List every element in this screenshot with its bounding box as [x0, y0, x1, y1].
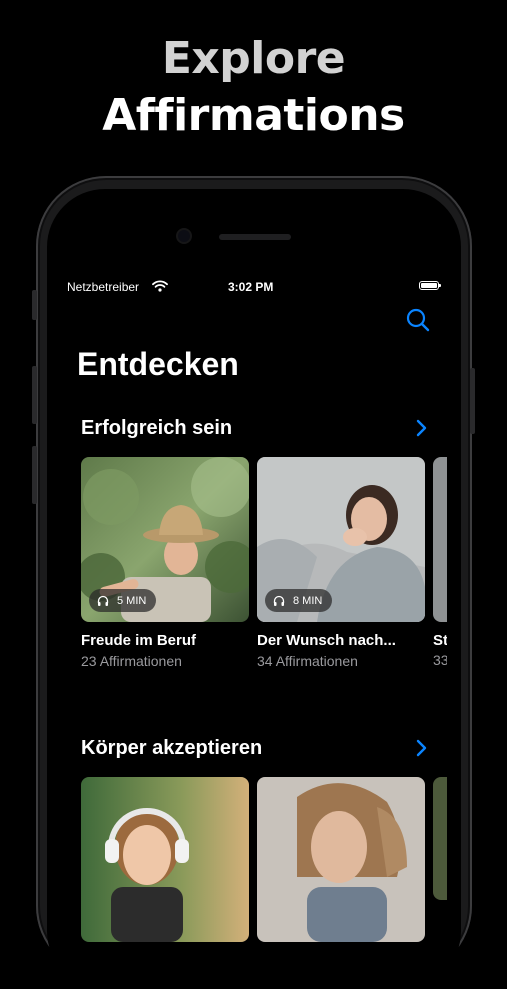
category-card-partial-image[interactable] — [433, 457, 447, 622]
phone-volume-up — [32, 366, 37, 424]
card-image-woman-portrait — [257, 777, 425, 942]
search-icon[interactable] — [405, 307, 431, 333]
battery-icon — [419, 281, 441, 290]
earpiece-speaker — [219, 234, 291, 240]
card-subtitle: 23 Affirmationen — [81, 653, 182, 669]
category-card-woman-portrait[interactable] — [257, 777, 425, 942]
phone-volume-down — [32, 446, 37, 504]
card-subtitle-partial: 33 — [433, 652, 447, 668]
card-title: Freude im Beruf — [81, 632, 197, 649]
promo-headline-line1: Explore — [161, 33, 346, 84]
phone-silent-switch — [32, 290, 37, 320]
category-card-partial-image[interactable] — [433, 777, 447, 900]
headphones-icon — [97, 595, 109, 606]
duration-label: 8 MIN — [293, 594, 323, 607]
duration-badge: 8 MIN — [265, 589, 333, 612]
wifi-icon — [152, 280, 168, 292]
chevron-right-icon[interactable] — [414, 738, 428, 758]
status-time: 3:02 PM — [228, 280, 274, 294]
section-title-erfolgreich-sein: Erfolgreich sein — [81, 417, 233, 439]
card-title: Der Wunsch nach... — [257, 632, 396, 649]
chevron-right-icon[interactable] — [414, 418, 428, 438]
duration-label: 5 MIN — [117, 594, 147, 607]
category-card-headphones-woman[interactable] — [81, 777, 249, 942]
promo-headline-line2: Affirmations — [102, 90, 405, 141]
card-image-woman-garden-hat: 5 MIN — [81, 457, 249, 622]
card-image-woman-headphones — [81, 777, 249, 942]
card-subtitle: 34 Affirmationen — [257, 653, 358, 669]
status-carrier: Netzbetreiber — [67, 280, 140, 294]
card-title-partial: St — [433, 632, 447, 649]
category-card-freude-im-beruf[interactable]: 5 MIN Freude im Beruf 23 Affirmationen — [81, 457, 249, 669]
card-image-smiling-woman: 8 MIN — [257, 457, 425, 622]
category-card-der-wunsch-nach[interactable]: 8 MIN Der Wunsch nach... 34 Affirmatione… — [257, 457, 425, 669]
duration-badge: 5 MIN — [89, 589, 157, 612]
headphones-icon — [273, 595, 285, 606]
section-title-koerper-akzeptieren: Körper akzeptieren — [81, 737, 263, 759]
phone-power-button — [470, 368, 475, 434]
page-title: Entdecken — [77, 346, 239, 382]
front-camera — [178, 230, 190, 242]
